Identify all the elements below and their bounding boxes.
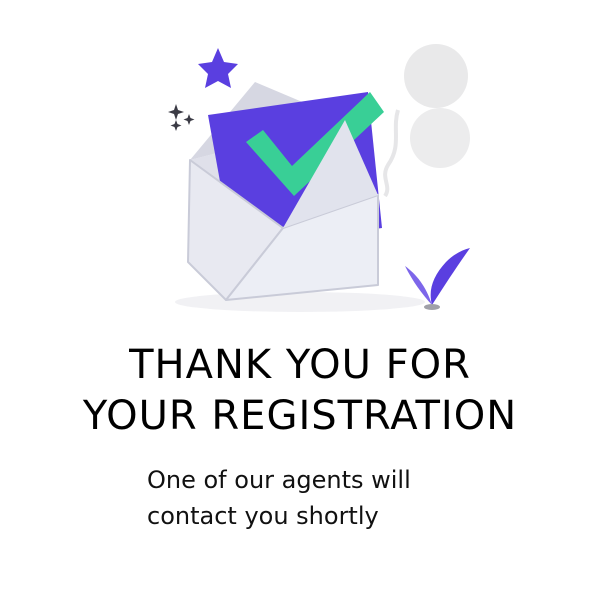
envelope-icon — [187, 82, 384, 301]
page-title: THANK YOU FOR YOUR REGISTRATION — [0, 340, 600, 442]
ground-shadow — [175, 292, 425, 312]
balloons-icon — [383, 44, 470, 198]
title-line-1: THANK YOU FOR — [129, 342, 471, 388]
message-line-1: One of our agents will — [147, 466, 411, 494]
confirmation-message: One of our agents will contact you short… — [147, 462, 507, 534]
title-line-2: YOUR REGISTRATION — [82, 393, 518, 439]
message-line-2: contact you shortly — [147, 502, 379, 530]
star-icon — [198, 48, 238, 88]
registration-confirmation: THANK YOU FOR YOUR REGISTRATION One of o… — [0, 0, 600, 600]
envelope-illustration — [168, 44, 470, 312]
sparkles-icon — [168, 104, 195, 131]
